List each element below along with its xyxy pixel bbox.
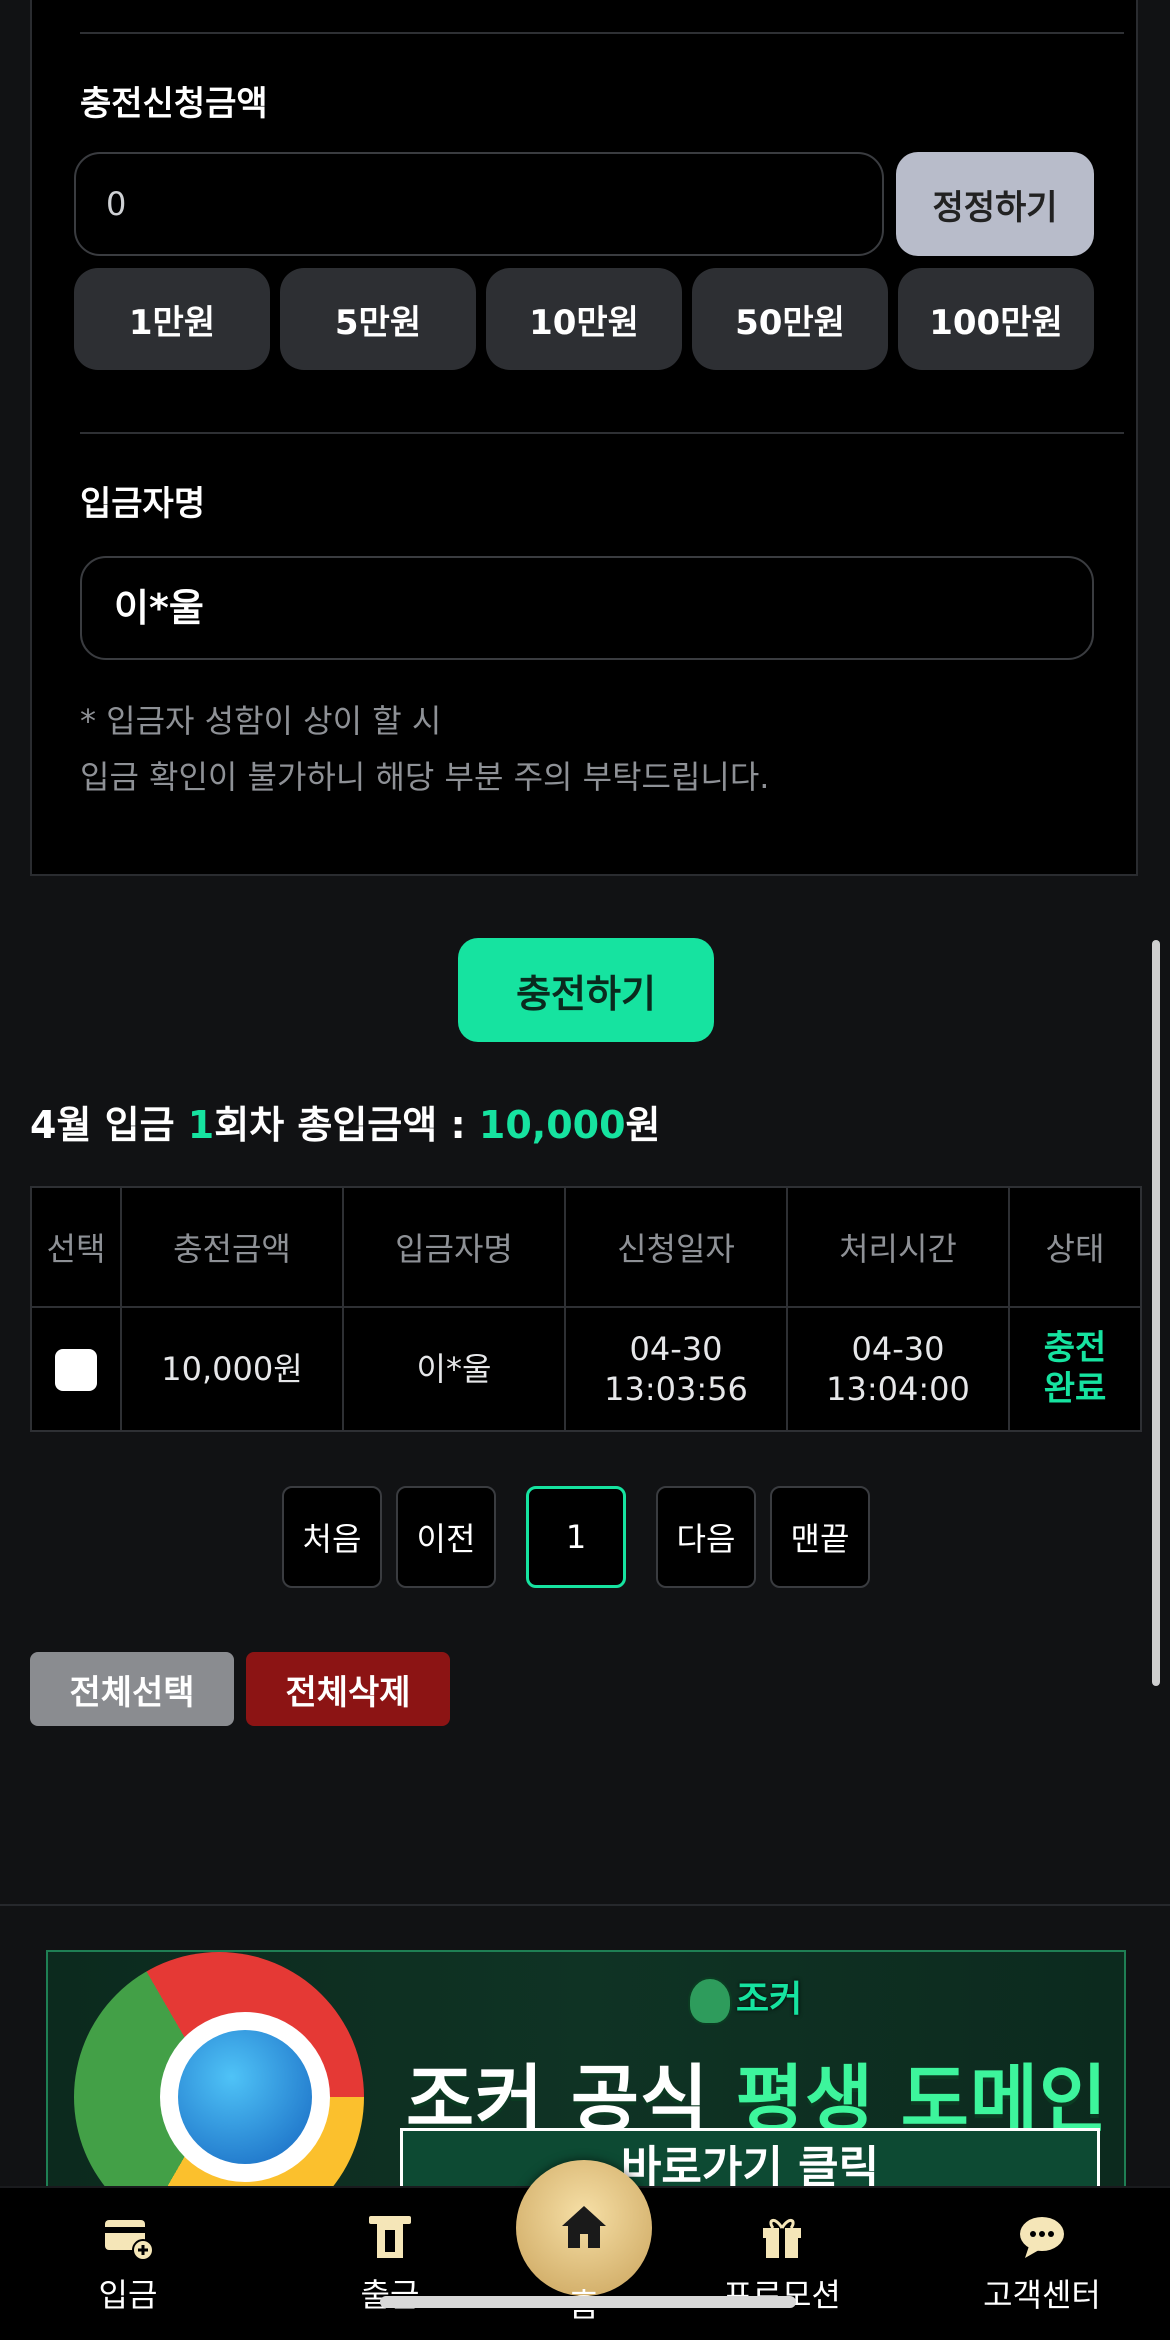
deposit-history-table: 선택 충전금액 입금자명 신청일자 처리시간 상태 10,000원 이*울 04… (30, 1186, 1142, 1432)
notice-line-2: 입금 확인이 불가하니 해당 부분 주의 부탁드립니다. (80, 758, 770, 796)
quick-amount-500k-button[interactable]: 50만원 (692, 268, 888, 370)
gift-icon (763, 2219, 801, 2258)
summary-middle: 회차 총입금액 : (214, 1103, 479, 1147)
summary-total: 10,000 (478, 1103, 626, 1147)
table-header-row: 선택 충전금액 입금자명 신청일자 처리시간 상태 (30, 1186, 1142, 1308)
quick-amount-50k-button[interactable]: 5만원 (280, 268, 476, 370)
amount-input[interactable]: 0 (74, 152, 884, 256)
delete-all-button[interactable]: 전체삭제 (246, 1652, 450, 1726)
row-process-time: 13:04:00 (826, 1370, 970, 1408)
amount-label: 충전신청금액 (80, 84, 268, 124)
nav-support[interactable]: 고객센터 (962, 2210, 1122, 2316)
bottom-nav: 입금 출금 홈 프로모션 고객센터 (0, 2160, 1170, 2340)
atm-icon (369, 2216, 411, 2258)
table-row: 10,000원 이*울 04-30 13:03:56 04-30 13:04:0… (30, 1306, 1142, 1432)
chat-bubble-icon (1020, 2217, 1064, 2258)
joker-logo: 조커 (688, 1970, 802, 2025)
row-status-line-2: 완료 (1043, 1369, 1107, 1409)
header-status: 상태 (1008, 1186, 1142, 1308)
banner-cta[interactable]: 바로가기 클릭 (400, 2128, 1100, 2188)
row-amount: 10,000원 (120, 1306, 344, 1432)
domain-banner[interactable]: 조커 조커 공식 평생 도메인 바로가기 클릭 (46, 1950, 1126, 2190)
row-request-datetime: 04-30 13:03:56 (564, 1306, 788, 1432)
header-amount: 충전금액 (120, 1186, 344, 1308)
quick-amount-1m-button[interactable]: 100만원 (898, 268, 1094, 370)
divider (80, 32, 1124, 34)
nav-deposit-label: 입금 (98, 2276, 158, 2314)
row-request-date: 04-30 (629, 1330, 723, 1368)
chrome-core (178, 2030, 312, 2164)
header-process-time: 처리시간 (786, 1186, 1010, 1308)
select-all-button[interactable]: 전체선택 (30, 1652, 234, 1726)
quick-amount-100k-button[interactable]: 10만원 (486, 268, 682, 370)
row-checkbox[interactable] (55, 1348, 97, 1391)
monthly-summary: 4월 입금 1회차 총입금액 : 10,000원 (30, 1094, 661, 1149)
card-plus-icon (105, 2220, 154, 2261)
row-process-datetime: 04-30 13:04:00 (786, 1306, 1010, 1432)
section-divider (0, 1904, 1170, 1906)
home-button[interactable] (516, 2160, 652, 2296)
quick-amount-10k-button[interactable]: 1만원 (74, 268, 270, 370)
summary-prefix: 4월 입금 (30, 1103, 188, 1147)
row-status: 충전 완료 (1008, 1306, 1142, 1432)
pagination: 처음 이전 1 다음 맨끝 (282, 1486, 870, 1588)
nav-support-label: 고객센터 (983, 2276, 1101, 2314)
row-process-date: 04-30 (851, 1330, 945, 1368)
header-depositor: 입금자명 (342, 1186, 566, 1308)
depositor-name-field[interactable]: 이*울 (80, 556, 1094, 660)
row-select-cell (30, 1306, 122, 1432)
summary-count: 1 (187, 1103, 215, 1147)
header-request-date: 신청일자 (564, 1186, 788, 1308)
home-icon (562, 2206, 606, 2248)
nav-promotion-label: 프로모션 (723, 2276, 841, 2314)
nav-withdraw-label: 출금 (360, 2276, 420, 2314)
quick-amount-row: 1만원 5만원 10만원 50만원 100만원 (74, 268, 1094, 370)
charge-button[interactable]: 충전하기 (458, 938, 714, 1042)
divider (80, 432, 1124, 434)
reset-button[interactable]: 정정하기 (896, 152, 1094, 256)
page-last-button[interactable]: 맨끝 (770, 1486, 870, 1588)
joker-mascot-icon (688, 1977, 732, 2025)
page-next-button[interactable]: 다음 (656, 1486, 756, 1588)
header-select: 선택 (30, 1186, 122, 1308)
joker-logo-text: 조커 (736, 1979, 803, 2020)
notice-line-1: * 입금자 성함이 상이 할 시 (80, 702, 442, 740)
depositor-label: 입금자명 (80, 484, 206, 524)
summary-suffix: 원 (625, 1103, 661, 1147)
deposit-form-panel: 충전신청금액 0 정정하기 1만원 5만원 10만원 50만원 100만원 입금… (30, 0, 1138, 876)
scrollbar[interactable] (1152, 940, 1160, 1686)
row-status-line-1: 충전 (1043, 1328, 1107, 1369)
row-depositor: 이*울 (342, 1306, 566, 1432)
home-indicator (380, 2296, 796, 2308)
page-first-button[interactable]: 처음 (282, 1486, 382, 1588)
chrome-logo-icon (74, 1952, 364, 2188)
page-prev-button[interactable]: 이전 (396, 1486, 496, 1588)
nav-deposit[interactable]: 입금 (48, 2210, 208, 2316)
page-current-button[interactable]: 1 (526, 1486, 626, 1588)
row-request-time: 13:03:56 (604, 1370, 748, 1408)
